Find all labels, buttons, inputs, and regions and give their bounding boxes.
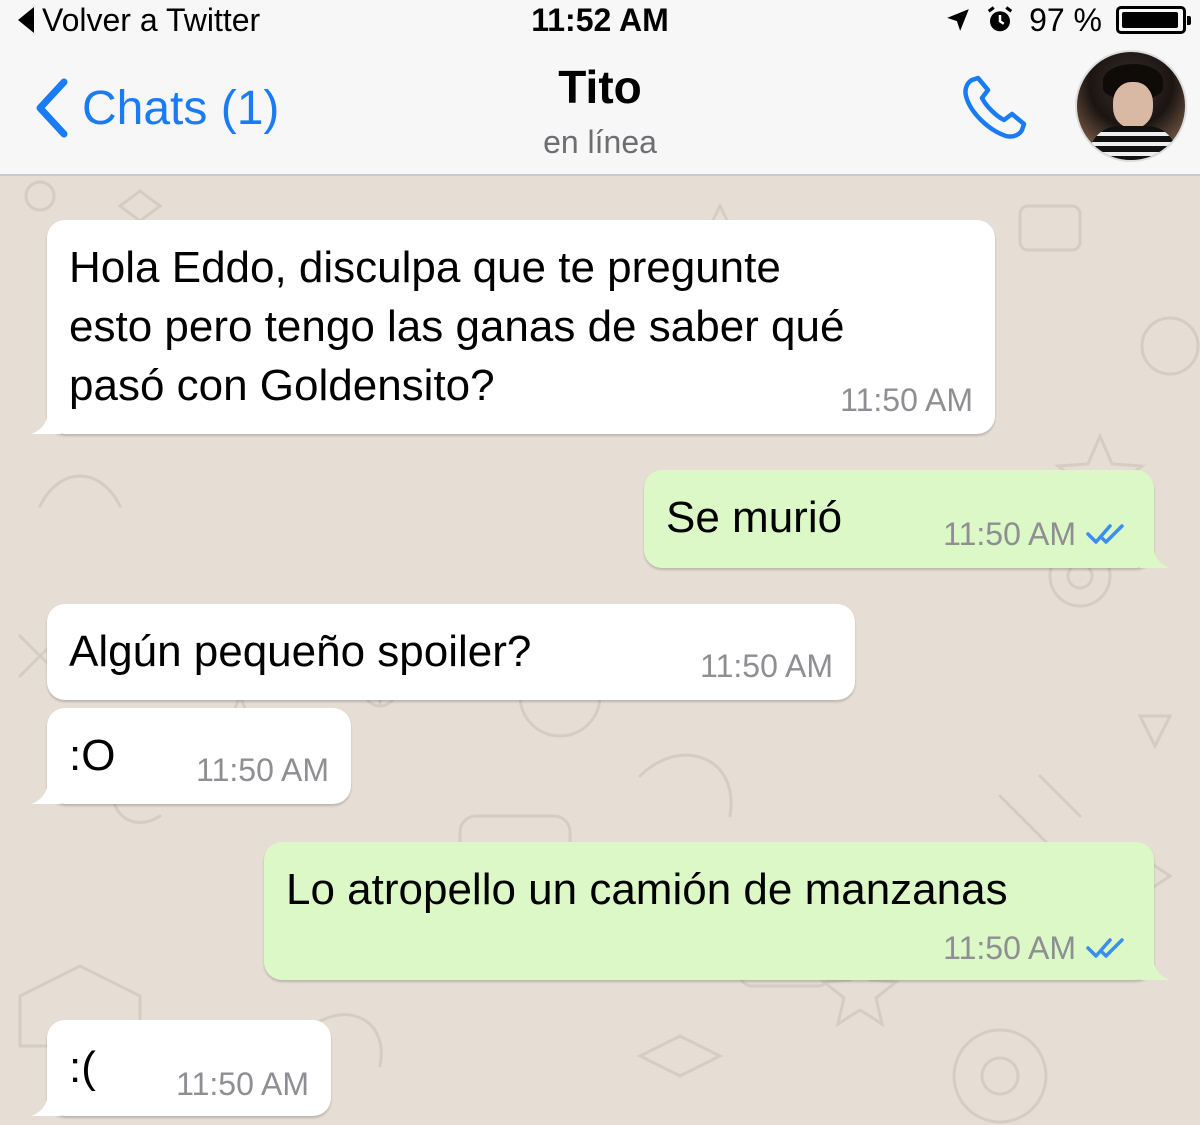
- message-text: Algún pequeño spoiler?: [69, 622, 531, 681]
- message-bubble-outgoing[interactable]: Se murió 11:50 AM: [644, 470, 1170, 568]
- chat-thread[interactable]: Hola Eddo, disculpa que te pregunte esto…: [0, 176, 1200, 1125]
- chat-header: Chats (1) Tito en línea: [0, 40, 1200, 176]
- message-line: Lo atropello un camión de manzanas: [286, 865, 1008, 914]
- read-double-check-icon: [1086, 524, 1124, 544]
- bubble-tail: [1140, 950, 1170, 980]
- message-text: :(: [69, 1038, 96, 1097]
- message-line: Se murió: [666, 493, 843, 542]
- message-bubble-outgoing[interactable]: Lo atropello un camión de manzanas 11:50…: [264, 842, 1170, 980]
- message-line: :O: [69, 731, 116, 780]
- message-text: Hola Eddo, disculpa que te pregunte esto…: [69, 238, 844, 415]
- message-bubble-incoming[interactable]: Hola Eddo, disculpa que te pregunte esto…: [31, 220, 995, 434]
- message-time: 11:50 AM: [943, 516, 1128, 552]
- location-arrow-icon: [947, 9, 969, 31]
- bubble-tail: [31, 404, 61, 434]
- alarm-icon: [987, 6, 1013, 32]
- message-text: Se murió: [666, 488, 842, 547]
- message-line: pasó con Goldensito?: [69, 361, 495, 410]
- message-line: esto pero tengo las ganas de saber qué: [69, 302, 845, 351]
- status-bar: Volver a Twitter 11:52 AM 97 %: [0, 0, 1200, 40]
- read-double-check-icon: [1086, 938, 1124, 958]
- message-time: 11:50 AM: [700, 648, 833, 684]
- bubble-tail: [31, 774, 61, 804]
- message-line: Hola Eddo, disculpa que te pregunte: [69, 243, 781, 292]
- message-time: 11:50 AM: [176, 1066, 309, 1102]
- contact-avatar[interactable]: [1075, 50, 1187, 162]
- message-text: Lo atropello un camión de manzanas: [286, 860, 1008, 919]
- message-bubble-incoming[interactable]: :O 11:50 AM: [31, 708, 351, 804]
- message-time: 11:50 AM: [840, 382, 973, 418]
- battery-percentage: 97 %: [1029, 1, 1102, 38]
- message-time: 11:50 AM: [196, 752, 329, 788]
- message-text: :O: [69, 726, 115, 785]
- message-time: 11:50 AM: [943, 930, 1128, 966]
- bubble-tail: [31, 1086, 61, 1116]
- message-bubble-incoming[interactable]: :( 11:50 AM: [31, 1020, 331, 1116]
- status-indicators: 97 %: [945, 0, 1191, 40]
- message-line: :(: [69, 1043, 96, 1092]
- message-bubble-incoming[interactable]: Algún pequeño spoiler? 11:50 AM: [47, 604, 855, 700]
- phone-call-icon[interactable]: [958, 72, 1030, 144]
- battery-level: [1122, 12, 1179, 28]
- bubble-tail: [1140, 538, 1170, 568]
- message-line: Algún pequeño spoiler?: [69, 627, 532, 676]
- battery-icon: [1116, 6, 1191, 34]
